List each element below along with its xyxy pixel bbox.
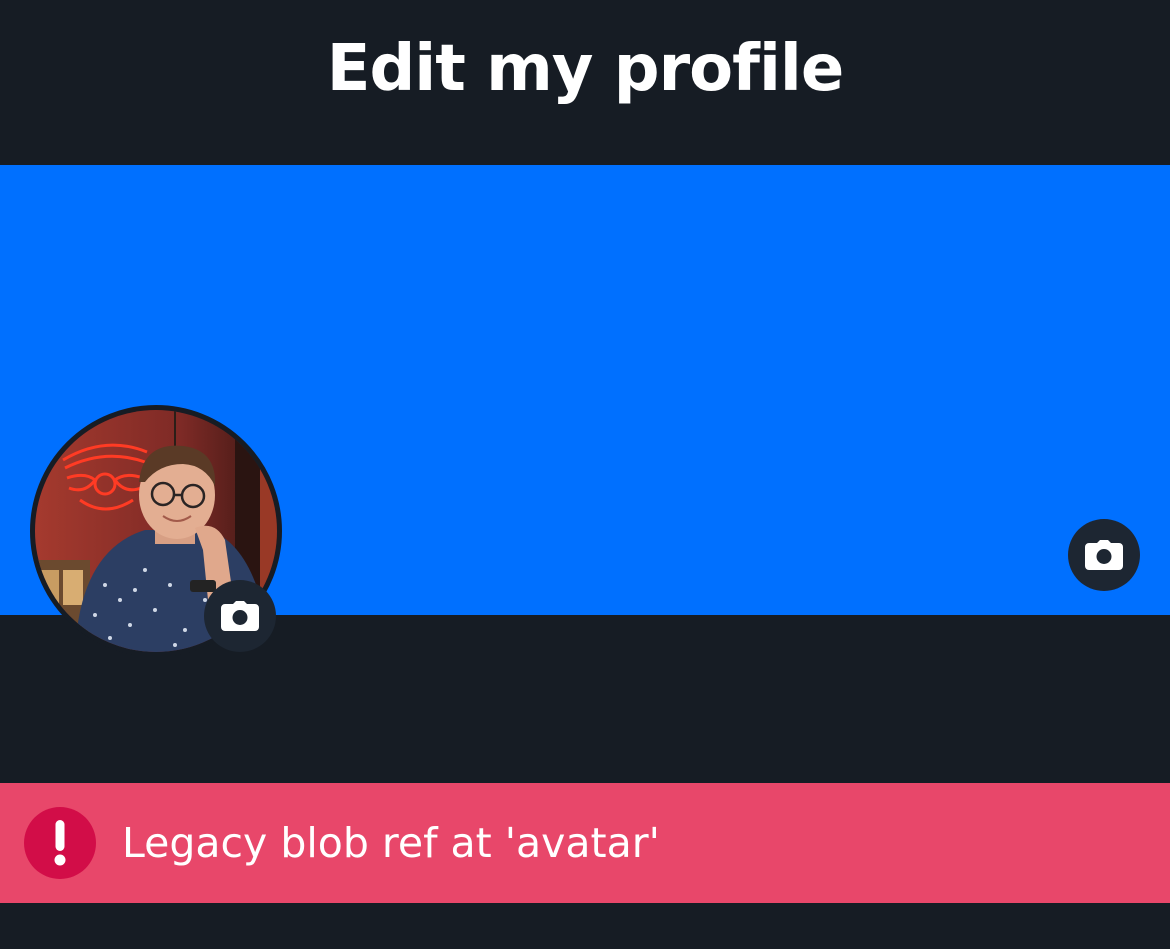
- change-avatar-button[interactable]: [204, 580, 276, 652]
- camera-icon: [221, 601, 259, 631]
- camera-icon: [1085, 540, 1123, 570]
- error-toast[interactable]: Legacy blob ref at 'avatar': [0, 783, 1170, 903]
- exclamation-icon: [24, 807, 96, 879]
- header: Edit my profile: [0, 0, 1170, 165]
- change-banner-button[interactable]: [1068, 519, 1140, 591]
- page-title: Edit my profile: [326, 31, 844, 106]
- error-message: Legacy blob ref at 'avatar': [122, 819, 660, 867]
- edit-profile-screen: Edit my profile Legacy blob ref at 'avat…: [0, 0, 1170, 949]
